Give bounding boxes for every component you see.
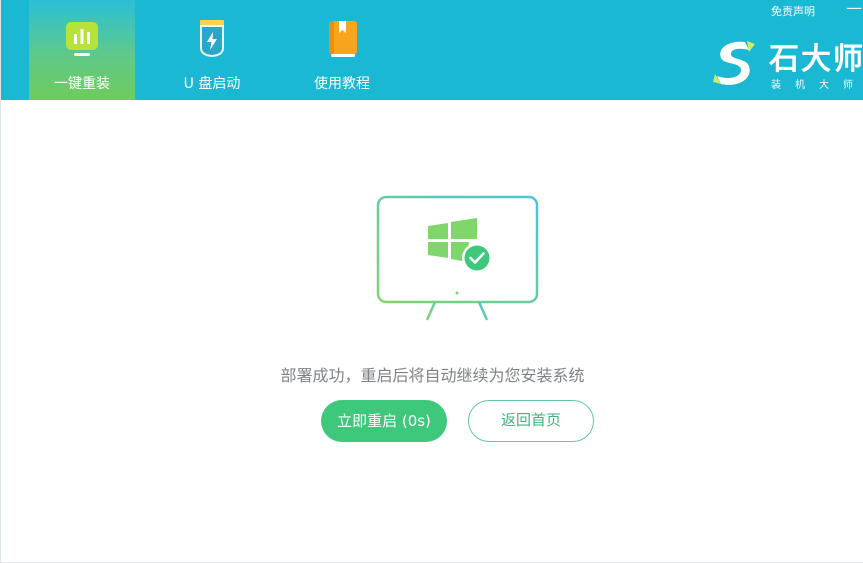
status-message: 部署成功，重启后将自动继续为您安装系统 <box>280 366 585 385</box>
usb-drive-icon <box>200 20 224 57</box>
restart-now-button[interactable]: 立即重启 (0s) <box>321 400 447 442</box>
logo-name: 石大师 <box>769 42 863 77</box>
tab-tutorial[interactable]: 使用教程 <box>289 0 395 100</box>
tab-label: 使用教程 <box>314 76 370 92</box>
app-window: 一键重装 U 盘启动 使用教程 免责声明 — 石大师 装机大师 部署成功，重启后… <box>0 0 863 563</box>
header-bar: 一键重装 U 盘启动 使用教程 免责声明 — 石大师 装机大师 <box>1 0 863 100</box>
tab-label: 一键重装 <box>54 76 110 92</box>
disclaimer-link[interactable]: 免责声明 <box>771 3 815 19</box>
return-home-button[interactable]: 返回首页 <box>468 400 594 442</box>
minimize-button[interactable]: — <box>846 0 862 17</box>
tab-usb-boot[interactable]: U 盘启动 <box>159 0 265 100</box>
bar-chart-icon <box>66 22 98 56</box>
tab-label: U 盘启动 <box>183 76 241 92</box>
logo-mark-icon <box>713 41 755 85</box>
tab-one-click-reinstall[interactable]: 一键重装 <box>29 0 135 100</box>
logo-subtitle: 装机大师 <box>771 80 863 91</box>
success-check-icon <box>462 243 492 273</box>
brand-logo: 石大师 装机大师 <box>711 34 863 94</box>
monitor-illustration <box>376 195 539 322</box>
book-icon <box>329 21 357 57</box>
